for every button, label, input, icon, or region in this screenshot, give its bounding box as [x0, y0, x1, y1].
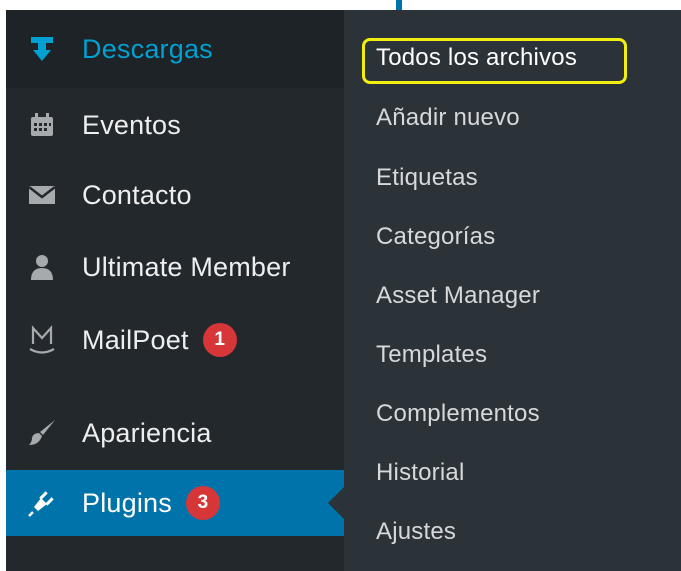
sidebar-item-label: MailPoet: [82, 324, 189, 355]
submenu-pointer: [328, 487, 344, 519]
descargas-submenu: Todos los archivos Añadir nuevo Etiqueta…: [344, 10, 681, 571]
submenu-item-todos-los-archivos[interactable]: Todos los archivos: [376, 44, 577, 72]
sidebar-item-label: Descargas: [82, 33, 213, 64]
sidebar-item-contacto[interactable]: Contacto: [6, 162, 344, 228]
paintbrush-icon: [22, 413, 62, 453]
submenu-item-asset-manager[interactable]: Asset Manager: [376, 282, 540, 310]
download-icon: [22, 29, 62, 69]
sidebar-item-label: Plugins: [82, 487, 172, 518]
user-icon: [22, 247, 62, 287]
sidebar-item-descargas[interactable]: Descargas: [6, 16, 344, 82]
update-count-badge: 3: [185, 486, 220, 520]
admin-sidebar: Descargas Eventos Contacto Ultimate Memb…: [6, 10, 344, 571]
sidebar-item-plugins[interactable]: Plugins 3: [6, 470, 344, 536]
submenu-item-historial[interactable]: Historial: [376, 459, 464, 487]
submenu-item-templates[interactable]: Templates: [376, 341, 487, 369]
submenu-item-anadir-nuevo[interactable]: Añadir nuevo: [376, 104, 520, 132]
plugin-icon: [22, 483, 62, 523]
submenu-item-ajustes[interactable]: Ajustes: [376, 518, 456, 546]
submenu-item-etiquetas[interactable]: Etiquetas: [376, 164, 478, 192]
sidebar-item-ultimate-member[interactable]: Ultimate Member: [6, 234, 344, 300]
sidebar-item-label: Contacto: [82, 179, 192, 210]
update-count-badge: 1: [202, 323, 237, 357]
sidebar-item-label: Eventos: [82, 109, 181, 140]
sidebar-item-label: Apariencia: [82, 417, 212, 448]
calendar-icon: [22, 105, 62, 145]
sidebar-item-eventos[interactable]: Eventos: [6, 92, 344, 158]
envelope-icon: [22, 175, 62, 215]
submenu-item-complementos[interactable]: Complementos: [376, 400, 540, 428]
submenu-item-categorias[interactable]: Categorías: [376, 223, 495, 251]
top-strip: [344, 0, 681, 10]
sidebar-item-mailpoet[interactable]: MailPoet 1: [6, 307, 344, 373]
sidebar-item-apariencia[interactable]: Apariencia: [6, 400, 344, 466]
sidebar-item-label: Ultimate Member: [82, 251, 291, 282]
mailpoet-icon: [22, 320, 62, 360]
